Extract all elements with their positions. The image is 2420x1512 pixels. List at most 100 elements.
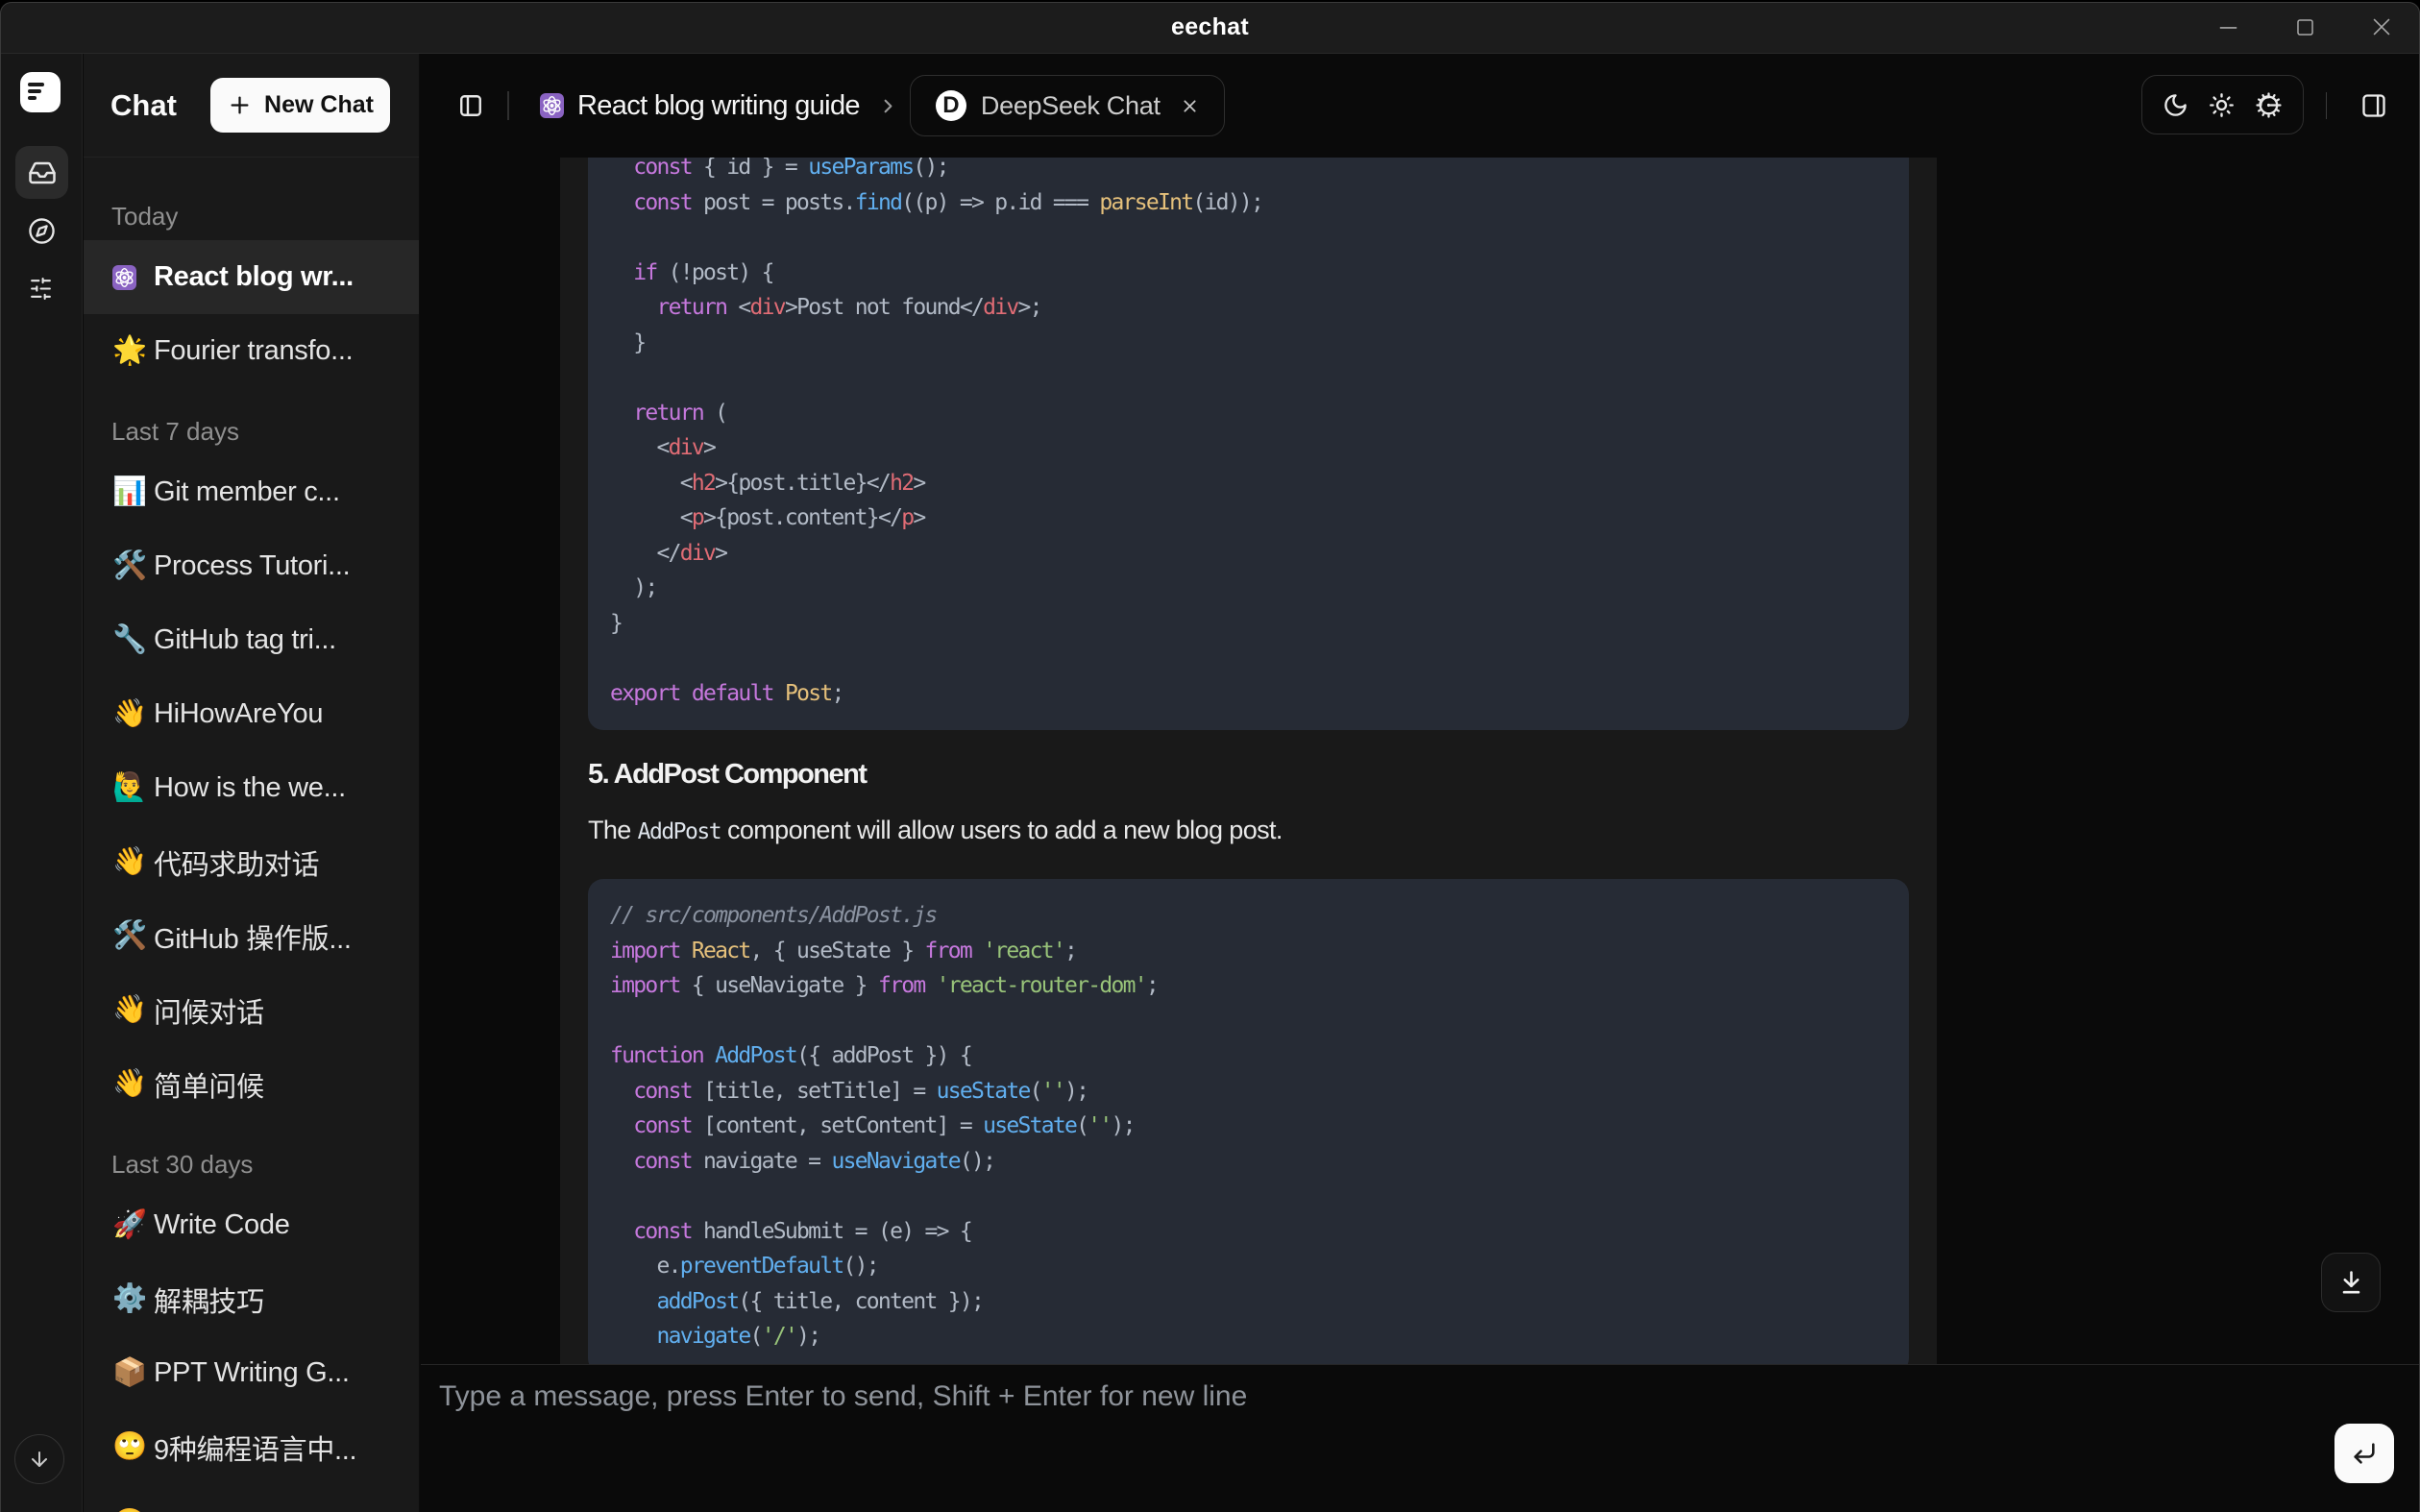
- section-label: Today: [84, 192, 419, 240]
- emoji-icon: 📊: [112, 478, 154, 506]
- inbox-icon: [28, 159, 57, 187]
- model-close-icon: [1181, 97, 1199, 115]
- code-line: if (!post) {: [610, 256, 1899, 291]
- new-chat-button[interactable]: New Chat: [210, 78, 390, 133]
- plus-icon: [227, 92, 253, 118]
- nav-settings-button[interactable]: [29, 277, 53, 301]
- toggle-right-panel-button[interactable]: [2350, 82, 2397, 129]
- code-line: e.preventDefault();: [610, 1249, 1899, 1284]
- emoji-icon: 📦: [112, 1359, 154, 1387]
- chat-history-item[interactable]: 🛠️GitHub 操作版...: [84, 899, 419, 973]
- code-line: [610, 1004, 1899, 1039]
- send-button[interactable]: [2334, 1424, 2394, 1483]
- emoji-icon: 🌟: [112, 337, 154, 365]
- chat-history-title: PPT Writing G...: [154, 1357, 350, 1389]
- assistant-message: const { id } = useParams(); const post =…: [560, 158, 1937, 1364]
- code-line: return (: [610, 396, 1899, 431]
- app-logo[interactable]: [20, 72, 61, 112]
- new-chat-label: New Chat: [264, 91, 374, 119]
- app-title: eechat: [0, 0, 2420, 54]
- emoji-icon: 🙄: [112, 1433, 154, 1461]
- chat-history-title: HiHowAreYou: [154, 698, 323, 730]
- chat-history-item[interactable]: 🌟Fourier transfo...: [84, 314, 419, 388]
- header-divider-2: [2326, 92, 2328, 119]
- model-close-button[interactable]: [1181, 97, 1199, 115]
- model-logo: D: [936, 90, 966, 121]
- chat-history-item[interactable]: React blog wr...: [84, 240, 419, 314]
- code-line: addPost({ title, content });: [610, 1284, 1899, 1320]
- scroll-to-bottom-button[interactable]: [2321, 1253, 2381, 1312]
- conversation-icon: [540, 93, 564, 118]
- minimize-button[interactable]: [2189, 0, 2266, 54]
- chat-history-item[interactable]: 🚀Write Code: [84, 1188, 419, 1262]
- sidebar-title: Chat: [110, 88, 177, 123]
- code-line: return <div>Post not found</div>;: [610, 290, 1899, 326]
- code-line: const { id } = useParams();: [610, 158, 1899, 185]
- chat-history-title: 解耦技巧: [154, 1280, 264, 1320]
- code-block-post-component: const { id } = useParams(); const post =…: [588, 158, 1909, 730]
- code-line: [610, 641, 1899, 676]
- light-mode-button[interactable]: [2209, 92, 2235, 118]
- message-input[interactable]: [439, 1380, 2305, 1486]
- chat-history-title: Git member c...: [154, 476, 340, 508]
- code-line: <h2>{post.title}</h2>: [610, 466, 1899, 501]
- chat-history-item[interactable]: 🛠️Process Tutori...: [84, 529, 419, 603]
- moon-icon: [2163, 92, 2188, 118]
- chat-history-item[interactable]: ⚙️解耦技巧: [84, 1262, 419, 1336]
- chat-history-item[interactable]: 🙄9种编程语言中...: [84, 1410, 419, 1484]
- close-icon: [2372, 17, 2391, 37]
- chat-history-title: 问候对话: [154, 990, 264, 1031]
- rail-scroll-down-button[interactable]: [14, 1434, 64, 1484]
- chat-history-title: Write Code: [154, 1209, 290, 1241]
- message-paragraph: The AddPost component will allow users t…: [588, 814, 1909, 848]
- window-controls: [2189, 0, 2420, 54]
- code-line: [610, 1179, 1899, 1214]
- code-line: export default Post;: [610, 676, 1899, 712]
- dark-mode-button[interactable]: [2163, 92, 2188, 118]
- code-line: }: [610, 326, 1899, 361]
- chat-history-item[interactable]: 👋代码求助对话: [84, 825, 419, 899]
- chat-history-item[interactable]: 📦PPT Writing G...: [84, 1336, 419, 1410]
- chat-history-item[interactable]: 😀: [84, 1487, 419, 1512]
- chat-area[interactable]: const { id } = useParams(); const post =…: [421, 158, 2420, 1364]
- close-button[interactable]: [2343, 0, 2420, 54]
- code-line: const [title, setTitle] = useState('');: [610, 1074, 1899, 1110]
- model-name: DeepSeek Chat: [981, 91, 1161, 121]
- chat-history-item[interactable]: 👋问候对话: [84, 973, 419, 1047]
- code-line: <p>{post.content}</p>: [610, 500, 1899, 536]
- chat-history-title: React blog wr...: [154, 261, 354, 293]
- code-line: [610, 220, 1899, 256]
- maximize-button[interactable]: [2266, 0, 2343, 54]
- code-line: // src/components/AddPost.js: [610, 898, 1899, 934]
- gear-icon: [2255, 91, 2283, 119]
- section-label: Last 30 days: [84, 1140, 419, 1188]
- inline-code: AddPost: [638, 819, 721, 844]
- model-pill[interactable]: D DeepSeek Chat: [910, 75, 1225, 136]
- message-heading: 5. AddPost Component: [588, 753, 1909, 795]
- header-divider: [507, 91, 509, 120]
- chat-history-item[interactable]: 🔧GitHub tag tri...: [84, 603, 419, 677]
- chat-history-item[interactable]: 🙋‍♂️How is the we...: [84, 751, 419, 825]
- nav-discover-button[interactable]: [28, 217, 56, 245]
- code-line: <div>: [610, 430, 1899, 466]
- toggle-sidebar-button[interactable]: [447, 82, 494, 129]
- nav-chats-button[interactable]: [15, 146, 68, 199]
- compass-icon: [28, 217, 56, 245]
- emoji-icon: 🛠️: [112, 552, 154, 580]
- chat-history-title: 代码求助对话: [154, 842, 319, 883]
- left-rail: [0, 54, 83, 1512]
- chat-history-item[interactable]: 👋简单问候: [84, 1047, 419, 1121]
- titlebar: eechat: [0, 0, 2420, 54]
- sliders-icon: [29, 277, 53, 301]
- code-line: const post = posts.find((p) => p.id === …: [610, 185, 1899, 221]
- system-theme-button[interactable]: [2255, 91, 2283, 119]
- code-line: );: [610, 571, 1899, 606]
- code-line: const navigate = useNavigate();: [610, 1144, 1899, 1180]
- chat-history-item[interactable]: 👋HiHowAreYou: [84, 677, 419, 751]
- conversation-title[interactable]: React blog writing guide: [577, 54, 860, 158]
- code-line: navigate('/');: [610, 1319, 1899, 1354]
- arrow-down-to-line-icon: [2336, 1268, 2366, 1298]
- code-block-addpost: // src/components/AddPost.jsimport React…: [588, 879, 1909, 1364]
- emoji-icon: 🔧: [112, 626, 154, 654]
- chat-history-item[interactable]: 📊Git member c...: [84, 455, 419, 529]
